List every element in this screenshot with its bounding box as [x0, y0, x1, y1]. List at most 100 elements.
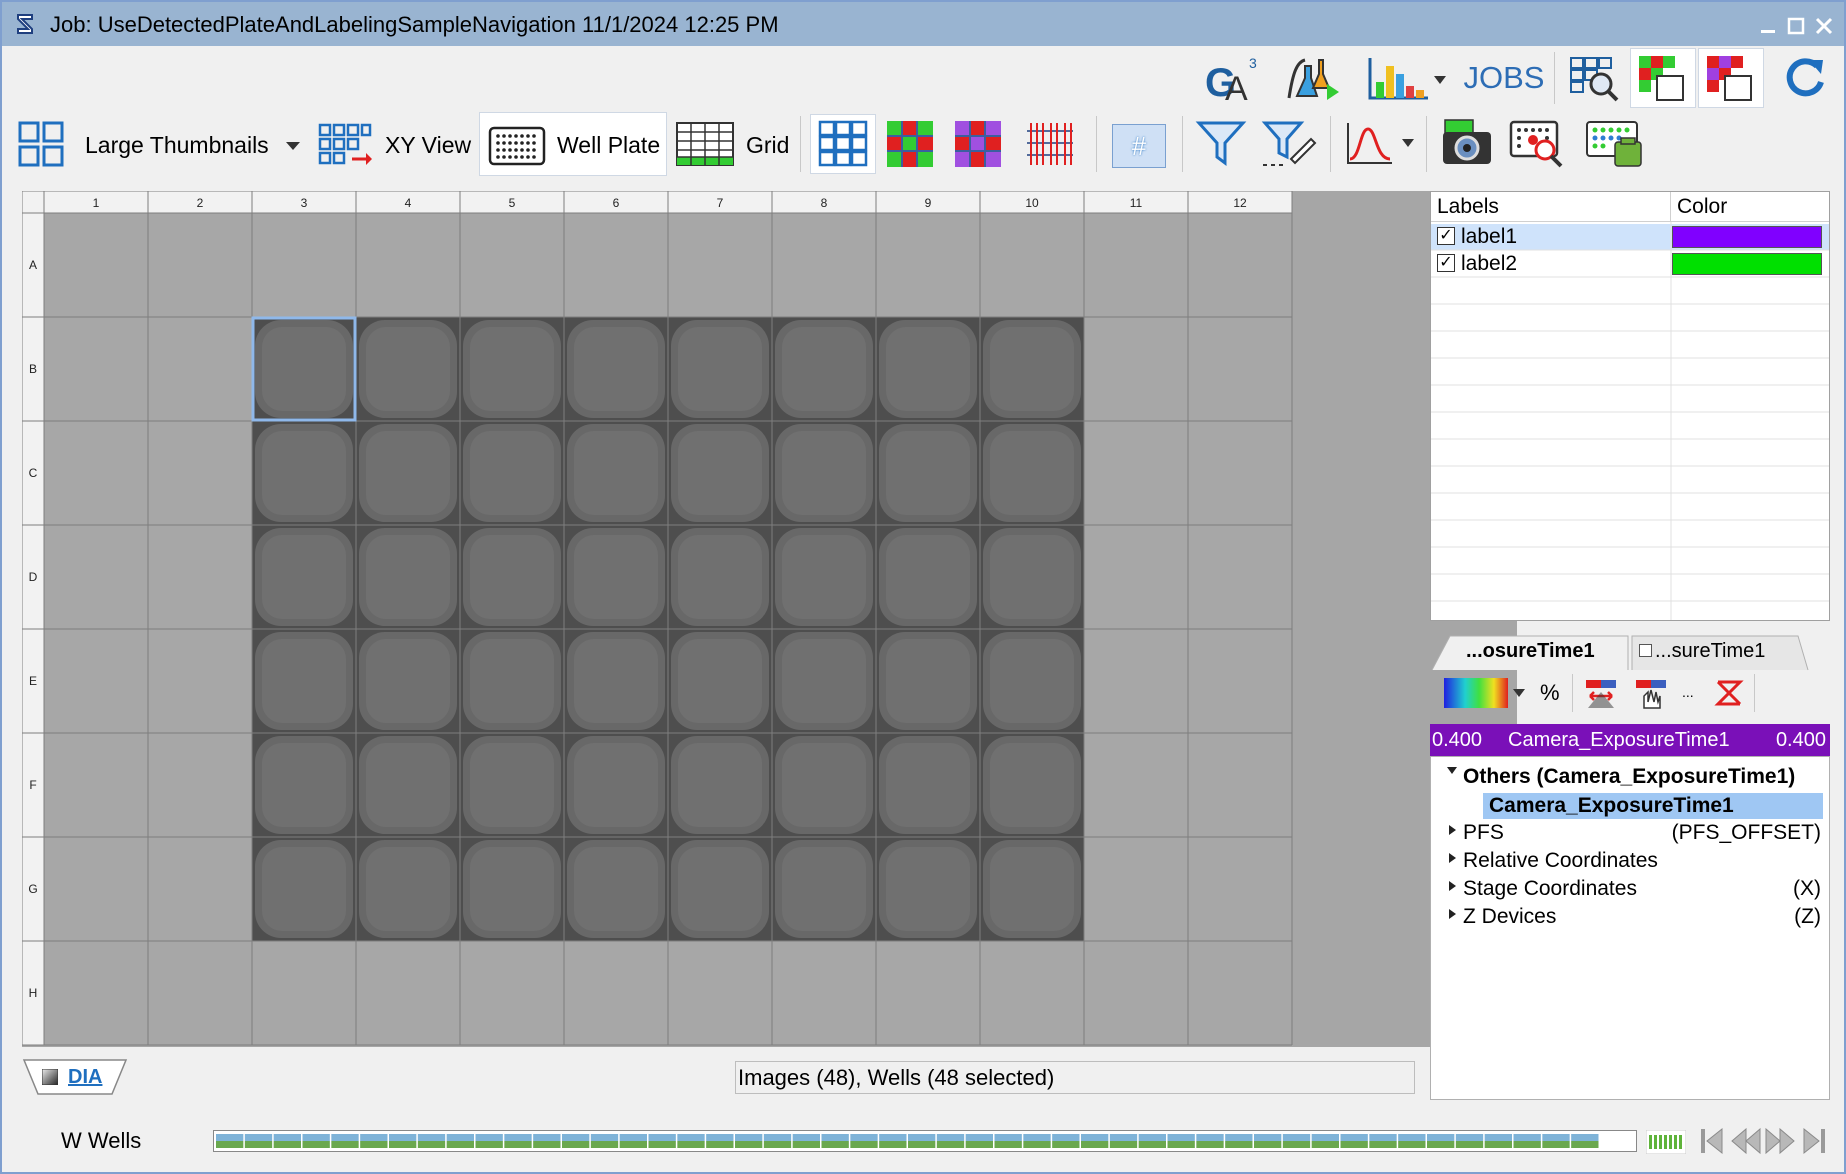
column-header-2[interactable]: 2 — [197, 196, 204, 210]
blue-grid-button[interactable] — [810, 114, 876, 174]
colormap-dropdown-icon[interactable] — [1512, 688, 1526, 698]
chevron-down-icon[interactable] — [285, 140, 301, 152]
tree-item[interactable]: PFS — [1463, 821, 1504, 845]
xy-view-label[interactable]: XY View — [385, 132, 471, 159]
last-well-icon[interactable] — [1800, 1126, 1828, 1156]
well-image-G10[interactable] — [980, 837, 1084, 941]
channel-label[interactable]: DIA — [68, 1066, 102, 1089]
camera-button[interactable] — [1436, 116, 1498, 172]
edit-filter-button[interactable] — [1258, 116, 1320, 172]
well-image-C8[interactable] — [772, 421, 876, 525]
column-header-1[interactable]: 1 — [93, 196, 100, 210]
well-image-D9[interactable] — [876, 525, 980, 629]
well-image-E9[interactable] — [876, 629, 980, 733]
feature-tree[interactable]: Others (Camera_ExposureTime1) Camera_Exp… — [1430, 756, 1830, 1100]
well-image-B6[interactable] — [564, 317, 668, 421]
well-image-C7[interactable] — [668, 421, 772, 525]
chart-dropdown-button[interactable] — [1362, 50, 1452, 106]
tree-item-selected[interactable]: Camera_ExposureTime1 — [1483, 793, 1823, 819]
row-header-D[interactable]: D — [29, 570, 38, 584]
well-image-C10[interactable] — [980, 421, 1084, 525]
column-header-10[interactable]: 10 — [1025, 196, 1039, 210]
row-header-G[interactable]: G — [28, 882, 37, 896]
well-image-C4[interactable] — [356, 421, 460, 525]
purple-tiles-button[interactable] — [1698, 48, 1764, 108]
well-image-C6[interactable] — [564, 421, 668, 525]
column-header-5[interactable]: 5 — [509, 196, 516, 210]
all-wells-icon[interactable] — [1646, 1130, 1686, 1154]
well-image-G3[interactable] — [252, 837, 356, 941]
jobs-button[interactable]: JOBS — [1464, 54, 1545, 102]
well-image-D8[interactable] — [772, 525, 876, 629]
collapsed-arrow-icon[interactable] — [1449, 853, 1457, 863]
column-header-7[interactable]: 7 — [717, 196, 724, 210]
row-header-F[interactable]: F — [29, 778, 36, 792]
well-image-F5[interactable] — [460, 733, 564, 837]
row-header-B[interactable]: B — [29, 362, 37, 376]
well-image-F4[interactable] — [356, 733, 460, 837]
tree-group-others[interactable]: Others (Camera_ExposureTime1) — [1463, 765, 1795, 789]
tab-feature-1[interactable]: ...osureTime1 — [1466, 634, 1595, 668]
column-header-12[interactable]: 12 — [1233, 196, 1247, 210]
well-image-B10[interactable] — [980, 317, 1084, 421]
well-image-D4[interactable] — [356, 525, 460, 629]
plate-search-button[interactable] — [1506, 116, 1568, 172]
number-button[interactable]: # — [1112, 124, 1166, 168]
row-header-E[interactable]: E — [29, 674, 37, 688]
tree-item[interactable]: Stage Coordinates — [1463, 877, 1637, 901]
column-header-6[interactable]: 6 — [613, 196, 620, 210]
well-image-D6[interactable] — [564, 525, 668, 629]
range-expand-icon[interactable] — [1584, 676, 1618, 710]
well-image-C9[interactable] — [876, 421, 980, 525]
large-thumbnails-icon-button[interactable] — [12, 116, 70, 172]
color-tiles-button[interactable] — [1630, 48, 1696, 108]
well-image-G8[interactable] — [772, 837, 876, 941]
red-green-grid-button[interactable] — [882, 116, 938, 172]
well-image-C5[interactable] — [460, 421, 564, 525]
well-image-B8[interactable] — [772, 317, 876, 421]
well-image-D3[interactable] — [252, 525, 356, 629]
well-image-B5[interactable] — [460, 317, 564, 421]
tab-feature-2-checkbox[interactable] — [1639, 644, 1652, 657]
well-image-E8[interactable] — [772, 629, 876, 733]
grid-label[interactable]: Grid — [746, 132, 789, 159]
well-image-E10[interactable] — [980, 629, 1084, 733]
column-header-9[interactable]: 9 — [925, 196, 932, 210]
row-header-H[interactable]: H — [29, 986, 38, 1000]
column-header-4[interactable]: 4 — [405, 196, 412, 210]
ga3-button[interactable]: G A 3 — [1198, 50, 1264, 106]
well-image-F7[interactable] — [668, 733, 772, 837]
well-image-E5[interactable] — [460, 629, 564, 733]
well-image-E4[interactable] — [356, 629, 460, 733]
colormap-icon[interactable] — [1444, 678, 1508, 708]
well-image-F8[interactable] — [772, 733, 876, 837]
refresh-button[interactable] — [1776, 50, 1834, 106]
well-image-B3[interactable] — [252, 317, 356, 421]
next-well-icon[interactable] — [1764, 1126, 1796, 1156]
maximize-icon[interactable] — [1786, 16, 1806, 36]
well-image-G4[interactable] — [356, 837, 460, 941]
row-header-A[interactable]: A — [29, 258, 37, 272]
well-image-F10[interactable] — [980, 733, 1084, 837]
tree-item[interactable]: Relative Coordinates — [1463, 849, 1658, 873]
well-image-G7[interactable] — [668, 837, 772, 941]
labels-column-header[interactable]: Labels — [1431, 192, 1671, 222]
tree-item[interactable]: Z Devices — [1463, 905, 1556, 929]
well-image-G5[interactable] — [460, 837, 564, 941]
percent-button[interactable]: % — [1540, 680, 1560, 706]
well-image-D5[interactable] — [460, 525, 564, 629]
tab-feature-2[interactable]: ...sureTime1 — [1655, 634, 1765, 668]
grid-search-button[interactable] — [1564, 50, 1626, 106]
thumbnail-mode-select[interactable]: Large Thumbnails — [85, 132, 269, 159]
well-image-F3[interactable] — [252, 733, 356, 837]
well-image-E3[interactable] — [252, 629, 356, 733]
column-header-3[interactable]: 3 — [301, 196, 308, 210]
feature-range-bar[interactable]: 0.400 Camera_ExposureTime1 0.400 — [1430, 724, 1830, 756]
first-well-icon[interactable] — [1698, 1126, 1726, 1156]
labels-table[interactable]: Labels Color ✓ label1 ✓ label2 — [1430, 191, 1830, 621]
more-options-button[interactable]: ... — [1682, 684, 1694, 700]
minimize-icon[interactable] — [1758, 16, 1778, 36]
color-column-header[interactable]: Color — [1671, 192, 1829, 222]
striped-grid-button[interactable] — [1020, 116, 1080, 172]
well-image-G9[interactable] — [876, 837, 980, 941]
